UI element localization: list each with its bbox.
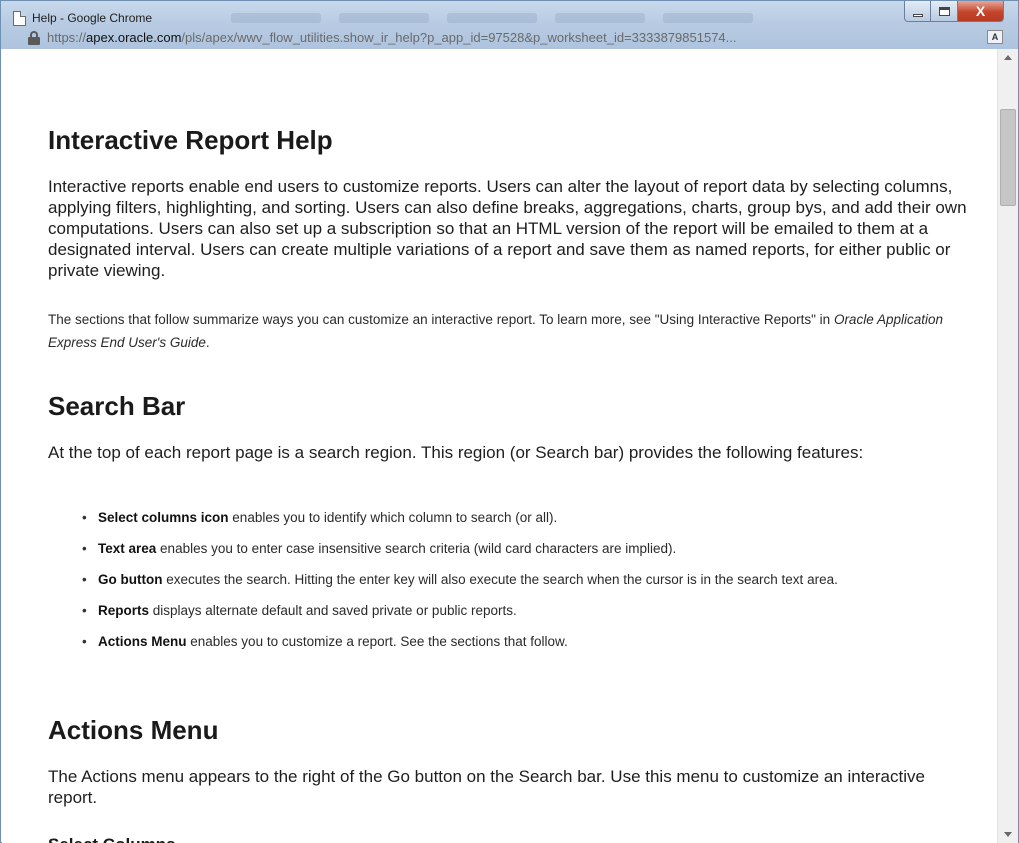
url-text[interactable]: https://apex.oracle.com/pls/apex/wwv_flo… [47, 30, 957, 45]
window-title: Help - Google Chrome [32, 11, 153, 25]
background-tab [447, 13, 537, 23]
lock-icon[interactable] [27, 30, 41, 46]
search-bar-description: At the top of each report page is a sear… [48, 443, 864, 462]
page-title: Interactive Report Help [48, 125, 333, 155]
actions-menu-description: The Actions menu appears to the right of… [48, 767, 925, 807]
minimize-button[interactable] [904, 1, 931, 22]
translate-icon[interactable]: A [987, 30, 1003, 44]
feature-term: Select columns icon [98, 510, 229, 525]
list-item: Reports displays alternate default and s… [82, 600, 978, 622]
browser-window: Help - Google Chrome X https://apex.orac… [0, 0, 1019, 843]
feature-text: enables you to identify which column to … [228, 510, 558, 525]
list-item: Text area enables you to enter case inse… [82, 538, 978, 560]
note-end: . [205, 335, 210, 350]
feature-term: Reports [98, 603, 150, 618]
minimize-icon [912, 13, 923, 17]
select-columns-subheading: Select Columns [48, 835, 176, 843]
arrow-down-icon [1004, 832, 1012, 837]
page-icon [13, 11, 26, 26]
close-button[interactable]: X [958, 1, 1004, 22]
maximize-icon [938, 6, 950, 16]
search-bar-feature-list: Select columns icon enables you to ident… [82, 507, 978, 662]
scroll-down-button[interactable] [998, 826, 1018, 843]
title-bar[interactable]: Help - Google Chrome X https://apex.orac… [1, 1, 1018, 49]
background-tab [555, 13, 645, 23]
note-text: The sections that follow summarize ways … [48, 312, 834, 327]
background-tabs [231, 13, 871, 27]
feature-term: Go button [98, 572, 163, 587]
background-tab [663, 13, 753, 23]
list-item: Go button executes the search. Hitting t… [82, 569, 978, 591]
search-bar-heading: Search Bar [48, 391, 186, 421]
url-host: apex.oracle.com [86, 30, 182, 45]
page-viewport[interactable]: Interactive Report Help Interactive repo… [2, 49, 997, 843]
feature-term: Actions Menu [98, 634, 187, 649]
arrow-up-icon [1004, 55, 1012, 60]
intro-paragraph: Interactive reports enable end users to … [48, 177, 967, 280]
feature-text: displays alternate default and saved pri… [149, 603, 517, 618]
vertical-scrollbar[interactable] [997, 49, 1018, 843]
actions-menu-heading: Actions Menu [48, 715, 219, 745]
list-item: Select columns icon enables you to ident… [82, 507, 978, 529]
scroll-up-button[interactable] [998, 49, 1018, 66]
intro-note: The sections that follow summarize ways … [48, 308, 983, 354]
feature-text: enables you to enter case insensitive se… [156, 541, 677, 556]
feature-text: executes the search. Hitting the enter k… [162, 572, 838, 587]
feature-term: Text area [98, 541, 157, 556]
url-prefix: https:// [47, 30, 87, 45]
scroll-thumb[interactable] [1000, 109, 1016, 206]
url-path: /pls/apex/wwv_flow_utilities.show_ir_hel… [181, 30, 737, 45]
maximize-button[interactable] [931, 1, 958, 22]
address-bar[interactable]: https://apex.oracle.com/pls/apex/wwv_flo… [9, 27, 1011, 48]
close-icon: X [975, 3, 986, 19]
list-item: Actions Menu enables you to customize a … [82, 631, 978, 653]
background-tab [339, 13, 429, 23]
background-tab [231, 13, 321, 23]
window-controls: X [904, 1, 1004, 23]
feature-text: enables you to customize a report. See t… [186, 634, 568, 649]
